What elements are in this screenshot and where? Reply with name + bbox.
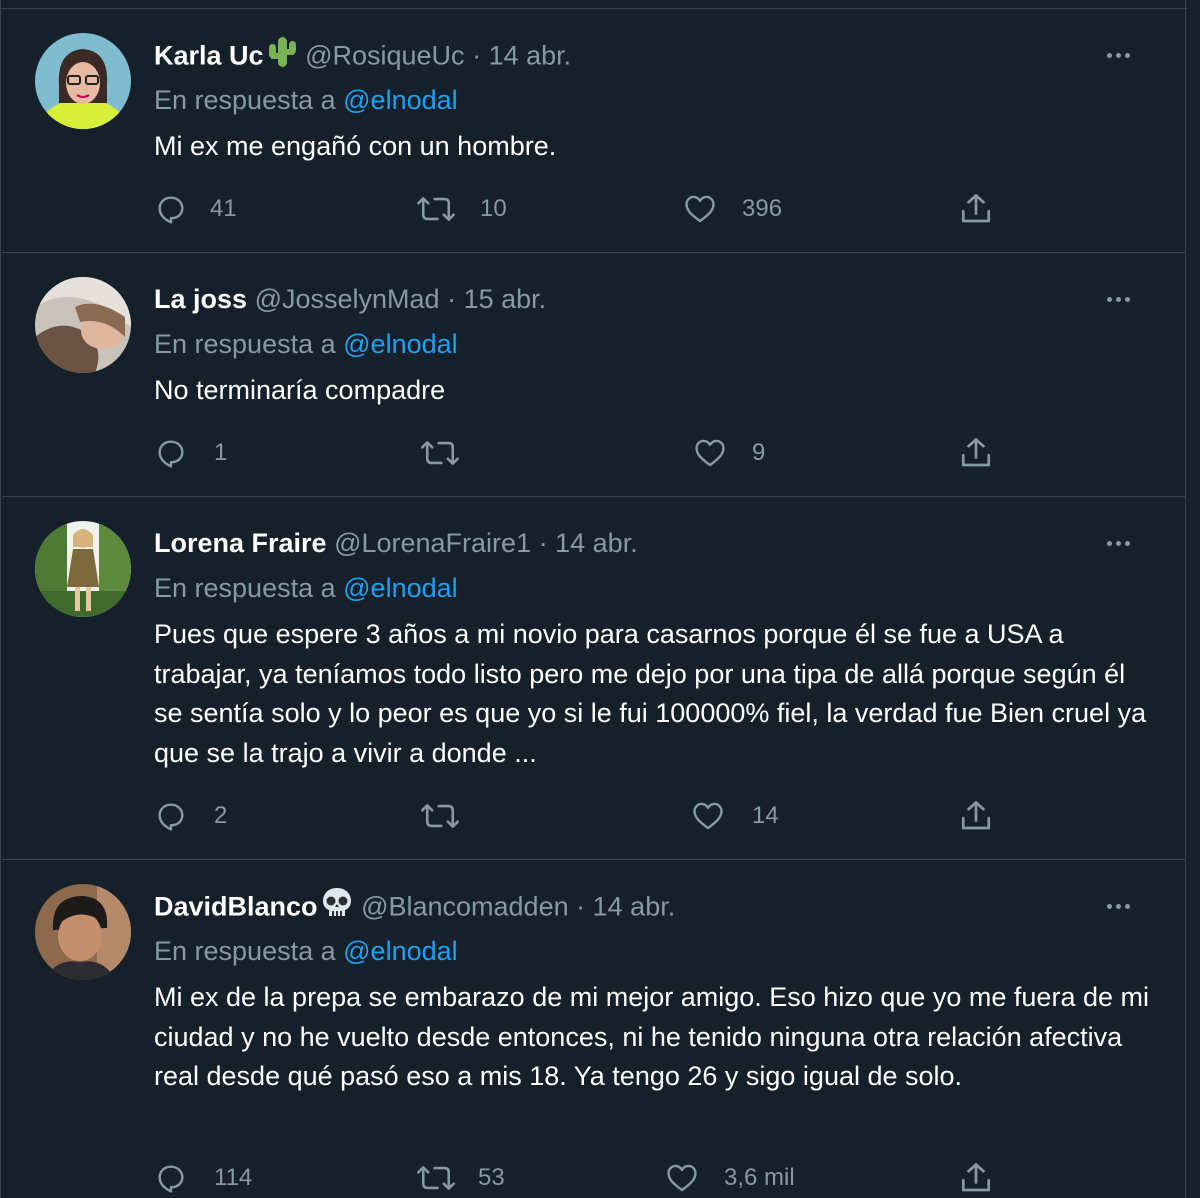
reply-button[interactable]: 41 <box>154 189 237 229</box>
skull-icon <box>320 886 354 931</box>
more-options-icon[interactable] <box>1098 279 1138 319</box>
heart-icon <box>693 802 723 830</box>
retweet-icon <box>417 197 455 221</box>
reply-count: 41 <box>210 195 237 222</box>
like-count: 9 <box>752 439 766 466</box>
heart-icon <box>667 1164 697 1192</box>
separator-dot: · <box>447 284 457 314</box>
tweet-header: DavidBlanco @Blancomadden · 14 abr. <box>154 886 675 926</box>
reply-button[interactable]: 2 <box>154 796 227 836</box>
separator-dot: · <box>576 891 586 922</box>
reply-count: 114 <box>214 1164 253 1191</box>
retweet-icon <box>421 441 459 465</box>
heart-icon <box>695 439 725 467</box>
heart-icon <box>685 195 715 223</box>
reply-prefix: En respuesta a <box>154 329 336 359</box>
tweet-lorena-fraire[interactable]: Lorena Fraire @LorenaFraire1 · 14 abr. E… <box>2 497 1186 860</box>
reply-prefix: En respuesta a <box>154 573 336 603</box>
tweet-text: Pues que espere 3 años a mi novio para c… <box>154 619 1147 768</box>
share-icon <box>961 194 991 223</box>
tweet-date[interactable]: 14 abr. <box>593 892 676 922</box>
mention-link[interactable]: @elnodal <box>343 329 458 359</box>
reply-count: 2 <box>214 802 228 829</box>
avatar[interactable] <box>35 33 131 129</box>
tweet-header: La joss @JosselynMad · 15 abr. <box>154 279 546 319</box>
cactus-icon <box>266 35 298 80</box>
reply-icon <box>158 803 184 831</box>
tweet-text: Mi ex me engañó con un hombre. <box>154 131 557 161</box>
more-options-icon[interactable] <box>1098 35 1138 75</box>
tweet-header: Lorena Fraire @LorenaFraire1 · 14 abr. <box>154 523 638 563</box>
share-button[interactable] <box>958 796 994 836</box>
retweet-button[interactable] <box>420 433 460 473</box>
share-icon <box>961 438 991 467</box>
user-handle[interactable]: @Blancomadden <box>361 892 569 922</box>
user-handle[interactable]: @LorenaFraire1 <box>334 528 531 558</box>
share-button[interactable] <box>958 189 994 229</box>
like-count: 396 <box>742 195 783 222</box>
mention-link[interactable]: @elnodal <box>343 85 458 115</box>
like-count: 14 <box>752 802 779 829</box>
avatar[interactable] <box>35 884 131 980</box>
user-handle[interactable]: @JosselynMad <box>255 284 440 314</box>
retweet-button[interactable]: 10 <box>416 189 507 229</box>
avatar[interactable] <box>35 277 131 373</box>
reply-button[interactable]: 114 <box>154 1158 252 1198</box>
retweet-button[interactable] <box>420 796 460 836</box>
tweet-davidblanco[interactable]: DavidBlanco @Blancomadden · 14 abr. En r… <box>2 860 1186 1198</box>
tweet-date[interactable]: 14 abr. <box>555 528 638 558</box>
tweet-date[interactable]: 15 abr. <box>464 284 547 314</box>
retweet-icon <box>421 804 459 828</box>
mention-link[interactable]: @elnodal <box>343 573 458 603</box>
reply-context: En respuesta a @elnodal <box>154 936 458 967</box>
reply-button[interactable]: 1 <box>154 433 227 473</box>
more-options-icon[interactable] <box>1098 886 1138 926</box>
separator-dot: · <box>538 528 548 558</box>
timeline: Karla Uc @RosiqueUc · 14 abr. En respues… <box>0 0 1187 1198</box>
tweet-header: Karla Uc @RosiqueUc · 14 abr. <box>154 35 571 75</box>
tweet-date[interactable]: 14 abr. <box>489 41 572 71</box>
retweet-button[interactable]: 53 <box>416 1158 505 1198</box>
retweet-count: 10 <box>480 195 507 222</box>
reply-context: En respuesta a @elnodal <box>154 85 458 116</box>
reply-icon <box>158 196 184 224</box>
tweet-karla-uc[interactable]: Karla Uc @RosiqueUc · 14 abr. En respues… <box>2 9 1186 253</box>
share-icon <box>961 1163 991 1192</box>
retweet-count: 53 <box>478 1164 505 1191</box>
share-button[interactable] <box>958 433 994 473</box>
reply-prefix: En respuesta a <box>154 85 336 115</box>
mention-link[interactable]: @elnodal <box>343 936 458 966</box>
display-name[interactable]: DavidBlanco <box>154 892 318 922</box>
share-button[interactable] <box>958 1158 994 1198</box>
like-button[interactable]: 3,6 mil <box>664 1158 795 1198</box>
share-icon <box>961 801 991 830</box>
display-name[interactable]: Karla Uc <box>154 41 264 71</box>
reply-prefix: En respuesta a <box>154 936 336 966</box>
reply-icon <box>158 1165 184 1193</box>
separator-dot: · <box>472 40 482 71</box>
reply-context: En respuesta a @elnodal <box>154 329 458 360</box>
user-handle[interactable]: @RosiqueUc <box>305 41 464 71</box>
like-button[interactable]: 14 <box>690 796 779 836</box>
more-options-icon[interactable] <box>1098 523 1138 563</box>
tweet-text: No terminaría compadre <box>154 375 446 405</box>
tweet-la-joss[interactable]: La joss @JosselynMad · 15 abr. En respue… <box>2 253 1186 497</box>
like-button[interactable]: 9 <box>692 433 765 473</box>
like-button[interactable]: 396 <box>682 189 782 229</box>
retweet-icon <box>417 1166 455 1190</box>
like-count: 3,6 mil <box>724 1164 795 1191</box>
reply-icon <box>158 440 184 468</box>
avatar[interactable] <box>35 521 131 617</box>
reply-count: 1 <box>214 439 228 466</box>
tweet-text: Mi ex de la prepa se embarazo de mi mejo… <box>154 982 1149 1091</box>
display-name[interactable]: La joss <box>154 284 247 314</box>
display-name[interactable]: Lorena Fraire <box>154 528 327 558</box>
reply-context: En respuesta a @elnodal <box>154 573 458 604</box>
